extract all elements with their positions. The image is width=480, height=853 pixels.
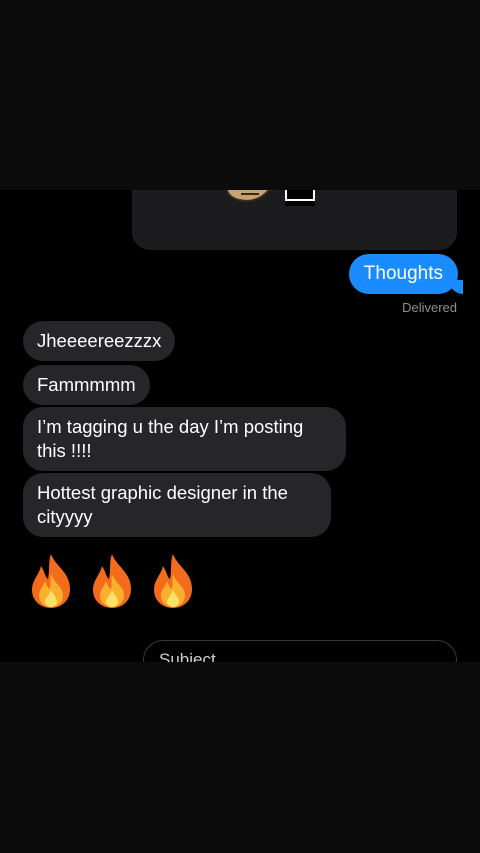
outgoing-message-text: Thoughts	[363, 263, 443, 284]
message-thread[interactable]: Thoughts Delivered Jheeeereezzzx Fammmmm…	[0, 190, 480, 662]
incoming-message[interactable]: Hottest graphic designer in the cityyyy	[23, 473, 331, 537]
outgoing-message[interactable]: Thoughts	[348, 254, 463, 294]
incoming-message-text: Hottest graphic designer in the cityyyy	[37, 482, 288, 527]
incoming-message-text: Fammmmm	[37, 374, 136, 395]
fire-icon	[154, 554, 192, 608]
subject-placeholder: Subject	[159, 650, 216, 662]
subject-input[interactable]: Subject	[143, 640, 457, 662]
artwork-thumbnail	[225, 190, 315, 206]
incoming-message[interactable]: I’m tagging u the day I’m posting this !…	[23, 407, 346, 471]
top-overlay	[0, 0, 480, 190]
delivery-status: Delivered	[402, 300, 457, 315]
incoming-message-text: Jheeeereezzzx	[37, 330, 162, 351]
incoming-message[interactable]: Jheeeereezzzx	[23, 321, 176, 361]
image-attachment[interactable]	[132, 190, 457, 250]
fire-icon	[32, 554, 70, 608]
bubble-tail	[449, 280, 463, 294]
bottom-overlay	[0, 662, 480, 853]
incoming-message-text: I’m tagging u the day I’m posting this !…	[37, 416, 304, 461]
incoming-message[interactable]: Fammmmm	[23, 365, 150, 405]
fire-icon	[93, 554, 131, 608]
